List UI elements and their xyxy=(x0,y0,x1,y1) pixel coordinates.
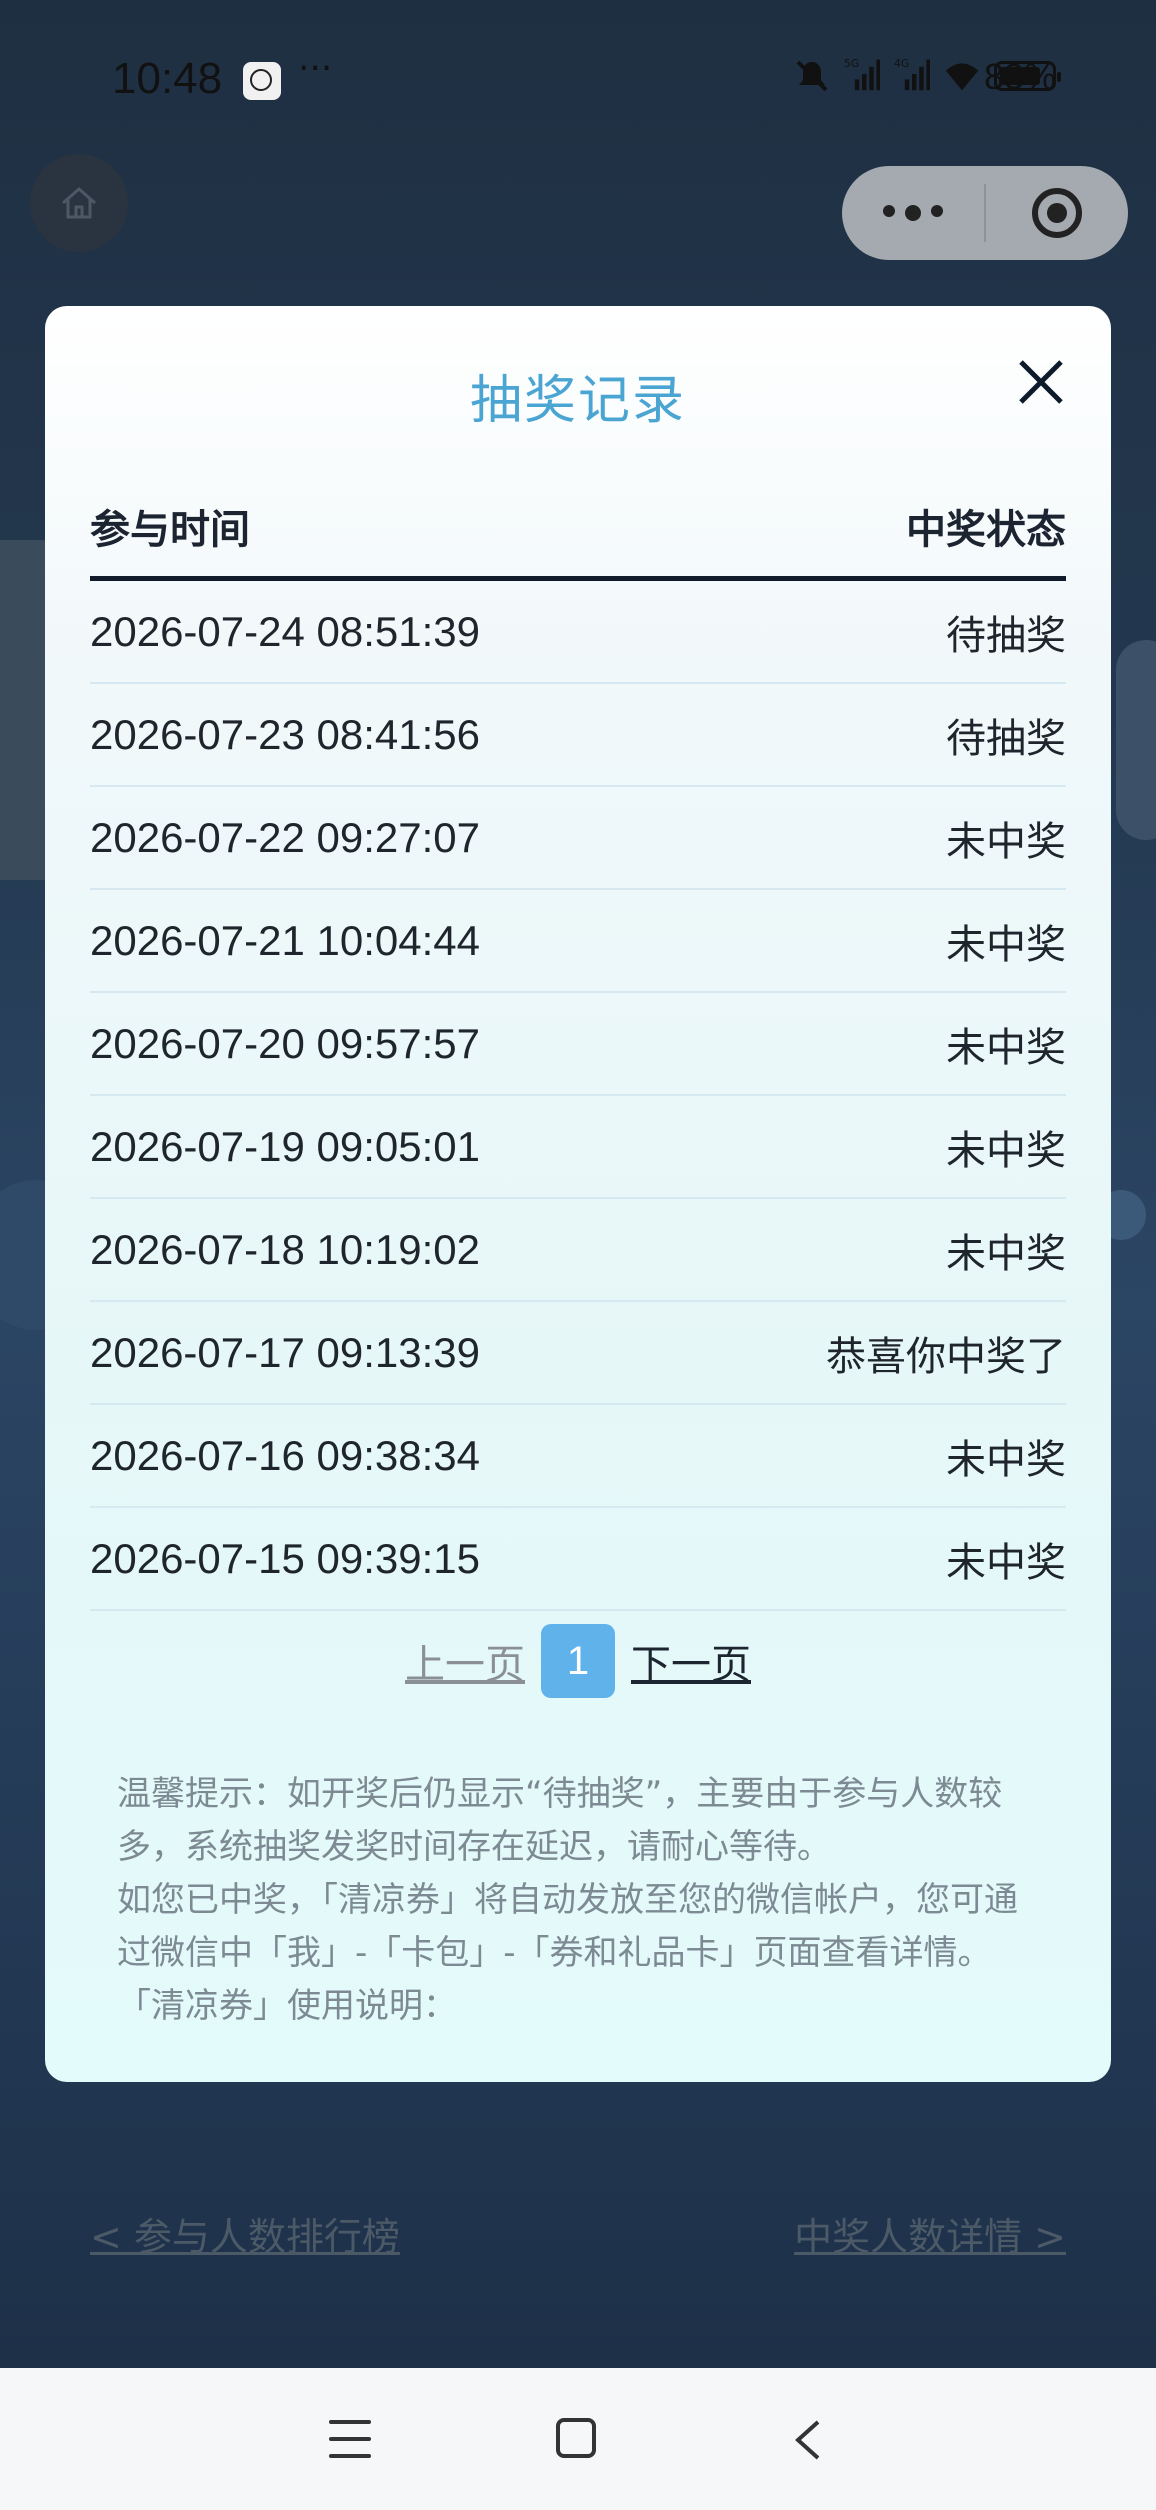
tip-paragraph: 温馨提示：如开奖后仍显示“待抽奖”，主要由于参与人数较多，系统抽奖发奖时间存在延… xyxy=(117,1774,1003,1867)
prev-page-button[interactable]: 上一页 xyxy=(405,1632,525,1690)
tips-text: 温馨提示：如开奖后仍显示“待抽奖”，主要由于参与人数较多，系统抽奖发奖时间存在延… xyxy=(117,1768,1037,2033)
record-time: 2026-07-20 09:57:57 xyxy=(90,1019,480,1067)
table-row: 2026-07-23 08:41:56 待抽奖 xyxy=(90,684,1066,787)
home-icon xyxy=(62,187,96,219)
page-number-current[interactable]: 1 xyxy=(541,1624,615,1698)
column-header-time: 参与时间 xyxy=(90,507,250,553)
record-time: 2026-07-21 10:04:44 xyxy=(90,916,480,964)
tip-paragraph: 「清凉券」使用说明： xyxy=(117,1986,457,2026)
record-status: 未中奖 xyxy=(946,921,1066,968)
table-row: 2026-07-21 10:04:44 未中奖 xyxy=(90,890,1066,993)
exit-miniprogram-button[interactable] xyxy=(986,166,1128,260)
record-status: 待抽奖 xyxy=(946,715,1066,762)
system-nav-bar xyxy=(0,2368,1156,2510)
record-time: 2026-07-16 09:38:34 xyxy=(90,1431,480,1479)
records-table: 参与时间 中奖状态 2026-07-24 08:51:39 待抽奖 2026-07… xyxy=(90,476,1066,1611)
record-time: 2026-07-19 09:05:01 xyxy=(90,1122,480,1170)
table-row: 2026-07-20 09:57:57 未中奖 xyxy=(90,993,1066,1096)
table-row: 2026-07-16 09:38:34 未中奖 xyxy=(90,1405,1066,1508)
table-row: 2026-07-18 10:19:02 未中奖 xyxy=(90,1199,1066,1302)
close-button[interactable] xyxy=(1013,354,1069,410)
battery-percent: 83% xyxy=(983,56,1056,97)
lottery-record-modal: 抽奖记录 参与时间 中奖状态 2026-07-24 08:51:39 待抽奖 20… xyxy=(45,306,1111,2082)
record-time: 2026-07-18 10:19:02 xyxy=(90,1225,480,1273)
table-row: 2026-07-17 09:13:39 恭喜你中奖了 xyxy=(90,1302,1066,1405)
recent-apps-button[interactable] xyxy=(329,2420,371,2458)
record-status: 未中奖 xyxy=(946,818,1066,865)
record-time: 2026-07-23 08:41:56 xyxy=(90,710,480,758)
more-dots-icon xyxy=(883,205,943,221)
clock-app-icon xyxy=(243,62,281,100)
pagination: 上一页 1 下一页 xyxy=(45,1624,1111,1698)
ranking-link[interactable]: < 参与人数排行榜 xyxy=(90,2206,400,2259)
more-button[interactable] xyxy=(842,166,984,260)
record-status: 恭喜你中奖了 xyxy=(826,1333,1066,1380)
miniprogram-capsule xyxy=(842,166,1128,260)
record-time: 2026-07-17 09:13:39 xyxy=(90,1328,480,1376)
wifi-icon xyxy=(944,58,980,94)
table-header: 参与时间 中奖状态 xyxy=(90,476,1066,581)
record-time: 2026-07-22 09:27:07 xyxy=(90,813,480,861)
record-status: 未中奖 xyxy=(946,1230,1066,1277)
column-header-status: 中奖状态 xyxy=(906,507,1066,553)
winners-detail-link[interactable]: 中奖人数详情 > xyxy=(794,2206,1066,2259)
signal-5g-label: 5G xyxy=(844,57,859,70)
home-button[interactable] xyxy=(30,154,128,252)
record-time: 2026-07-15 09:39:15 xyxy=(90,1534,480,1582)
table-row: 2026-07-22 09:27:07 未中奖 xyxy=(90,787,1066,890)
background-illustration xyxy=(1116,640,1156,840)
signal-5g-icon: 5G xyxy=(844,57,880,94)
modal-title: 抽奖记录 xyxy=(469,371,686,431)
page-links: < 参与人数排行榜 中奖人数详情 > xyxy=(90,2206,1066,2259)
table-row: 2026-07-19 09:05:01 未中奖 xyxy=(90,1096,1066,1199)
signal-4g-label: 4G xyxy=(894,57,909,70)
status-ellipsis: ··· xyxy=(298,48,333,89)
close-icon xyxy=(1019,360,1063,404)
record-status: 未中奖 xyxy=(946,1539,1066,1586)
record-status: 待抽奖 xyxy=(946,612,1066,659)
record-time: 2026-07-24 08:51:39 xyxy=(90,607,480,655)
record-status: 未中奖 xyxy=(946,1436,1066,1483)
back-icon xyxy=(795,2420,820,2460)
table-row: 2026-07-24 08:51:39 待抽奖 xyxy=(90,581,1066,684)
back-button[interactable] xyxy=(790,2420,826,2460)
mute-bell-icon xyxy=(794,58,830,94)
record-status: 未中奖 xyxy=(946,1024,1066,1071)
signal-4g-icon: 4G xyxy=(894,57,930,94)
status-time: 10:48 xyxy=(112,54,223,103)
system-home-button[interactable] xyxy=(556,2418,596,2458)
table-row: 2026-07-15 09:39:15 未中奖 xyxy=(90,1508,1066,1611)
record-status: 未中奖 xyxy=(946,1127,1066,1174)
status-bar: 10:48 ··· 5G 4G 83% xyxy=(0,48,1156,112)
target-icon xyxy=(1032,188,1082,238)
tip-paragraph: 如您已中奖，「清凉券」将自动发放至您的微信帐户，您可通过微信中「我」-「卡包」-… xyxy=(117,1880,1018,1973)
next-page-button[interactable]: 下一页 xyxy=(631,1632,751,1690)
